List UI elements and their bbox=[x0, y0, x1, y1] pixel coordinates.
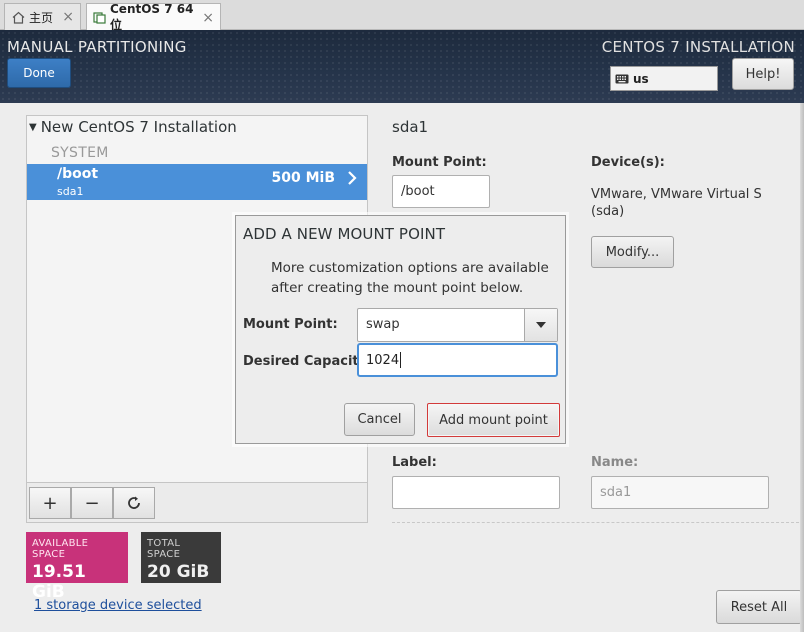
mount-point-combo-value: swap bbox=[366, 317, 400, 332]
mount-point-label: Mount Point: bbox=[392, 155, 487, 170]
refresh-icon bbox=[126, 495, 142, 511]
partition-row-boot[interactable]: /boot sda1 500 MiB bbox=[27, 164, 367, 200]
product-title: CENTOS 7 INSTALLATION bbox=[602, 38, 795, 56]
vm-icon bbox=[93, 11, 106, 25]
close-icon[interactable]: × bbox=[62, 9, 74, 25]
storage-device-link[interactable]: 1 storage device selected bbox=[34, 598, 202, 613]
section-divider bbox=[392, 522, 804, 523]
text-cursor bbox=[400, 352, 401, 368]
keyboard-layout-label: us bbox=[633, 72, 649, 86]
system-group-label: SYSTEM bbox=[51, 145, 109, 161]
add-partition-button[interactable]: + bbox=[29, 487, 71, 519]
remove-partition-button[interactable]: − bbox=[71, 487, 113, 519]
minus-icon: − bbox=[84, 493, 99, 514]
total-space-value: 20 GiB bbox=[147, 562, 215, 582]
desired-capacity-value: 1024 bbox=[366, 353, 399, 368]
dialog-description: More customization options are available… bbox=[271, 258, 556, 298]
selected-device-title: sda1 bbox=[392, 118, 428, 136]
devices-value: VMware, VMware Virtual S (sda) bbox=[591, 186, 791, 220]
devices-label: Device(s): bbox=[591, 155, 665, 170]
mount-point-field[interactable]: /boot bbox=[392, 175, 490, 208]
add-mount-point-button[interactable]: Add mount point bbox=[427, 403, 560, 437]
name-field-label: Name: bbox=[591, 455, 638, 470]
name-field: sda1 bbox=[591, 476, 769, 509]
spoke-title: MANUAL PARTITIONING bbox=[7, 38, 187, 56]
done-button[interactable]: Done bbox=[7, 58, 71, 88]
tab-label: CentOS 7 64 位 bbox=[110, 2, 202, 33]
installation-expander[interactable]: ▼ New CentOS 7 Installation bbox=[29, 118, 237, 136]
modify-button[interactable]: Modify... bbox=[591, 236, 674, 268]
available-space-value: 19.51 GiB bbox=[32, 562, 122, 602]
plus-icon: + bbox=[42, 493, 57, 514]
cancel-button[interactable]: Cancel bbox=[344, 403, 415, 436]
tab-home[interactable]: 主页 × bbox=[4, 3, 81, 30]
chevron-down-icon bbox=[536, 322, 546, 328]
help-button[interactable]: Help! bbox=[732, 58, 794, 90]
tab-bar: 主页 × CentOS 7 64 位 × bbox=[0, 0, 804, 30]
partition-toolbar: + − bbox=[27, 482, 367, 522]
tab-label: 主页 bbox=[29, 9, 53, 26]
combo-dropdown-button[interactable] bbox=[524, 309, 557, 341]
keyboard-layout-indicator[interactable]: us bbox=[610, 66, 718, 91]
dialog-mount-point-label: Mount Point: bbox=[243, 317, 338, 332]
total-space-label: TOTAL SPACE bbox=[147, 538, 215, 560]
keyboard-icon bbox=[615, 74, 629, 84]
total-space-box: TOTAL SPACE 20 GiB bbox=[141, 532, 221, 583]
refresh-button[interactable] bbox=[113, 487, 155, 519]
tab-centos-vm[interactable]: CentOS 7 64 位 × bbox=[86, 3, 221, 31]
window-edge bbox=[800, 103, 804, 632]
partition-size: 500 MiB bbox=[272, 170, 336, 186]
partition-device: sda1 bbox=[57, 185, 83, 198]
label-field-label: Label: bbox=[392, 455, 437, 470]
available-space-label: AVAILABLE SPACE bbox=[32, 538, 122, 560]
reset-all-button[interactable]: Reset All bbox=[716, 590, 802, 624]
available-space-box: AVAILABLE SPACE 19.51 GiB bbox=[26, 532, 128, 583]
partition-mount-point: /boot bbox=[57, 166, 98, 182]
add-mount-point-dialog: ADD A NEW MOUNT POINT More customization… bbox=[235, 215, 566, 444]
desired-capacity-input[interactable]: 1024 bbox=[357, 343, 558, 377]
chevron-right-icon bbox=[347, 170, 357, 186]
home-icon bbox=[11, 10, 25, 24]
close-icon[interactable]: × bbox=[202, 10, 214, 26]
label-field[interactable] bbox=[392, 476, 560, 509]
mount-point-combo[interactable]: swap bbox=[357, 308, 558, 342]
expander-down-icon: ▼ bbox=[29, 122, 37, 133]
spoke-header: MANUAL PARTITIONING Done CENTOS 7 INSTAL… bbox=[0, 30, 804, 103]
installation-title: New CentOS 7 Installation bbox=[41, 118, 237, 136]
desired-capacity-label: Desired Capacity: bbox=[243, 354, 372, 369]
dialog-title: ADD A NEW MOUNT POINT bbox=[243, 225, 445, 243]
